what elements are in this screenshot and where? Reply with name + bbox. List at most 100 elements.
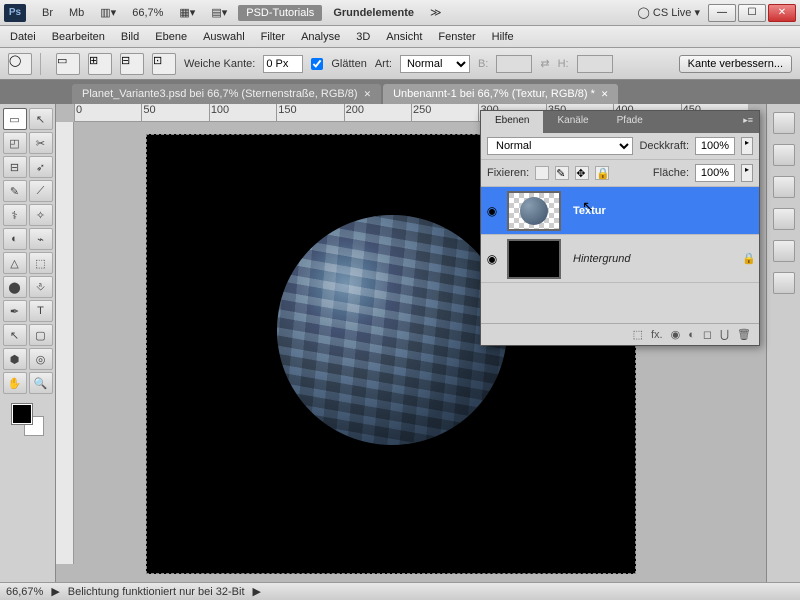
new-selection-icon[interactable]: ▭	[56, 53, 80, 75]
tool-4[interactable]: ⊟	[3, 156, 27, 178]
menu-fenster[interactable]: Fenster	[438, 31, 475, 43]
delete-layer-icon[interactable]: 🗑	[737, 328, 751, 341]
tool-18[interactable]: ↖	[3, 324, 27, 346]
maximize-button[interactable]: ☐	[738, 4, 766, 22]
layer-fx-icon[interactable]: fx.	[651, 329, 663, 341]
status-zoom[interactable]: 66,67%	[6, 586, 43, 598]
lock-pixels-icon[interactable]: ✎	[555, 166, 569, 180]
foreground-color-swatch[interactable]	[12, 404, 32, 424]
antialias-checkbox[interactable]	[311, 58, 323, 70]
document-tab-1[interactable]: Planet_Variante3.psd bei 66,7% (Sternens…	[72, 84, 381, 104]
subtract-selection-icon[interactable]: ⊟	[120, 53, 144, 75]
tool-20[interactable]: ⬢	[3, 348, 27, 370]
layer-thumbnail[interactable]	[507, 239, 561, 279]
adjustments-panel-icon[interactable]	[773, 176, 795, 198]
tool-14[interactable]: ⬤	[3, 276, 27, 298]
tool-21[interactable]: ◎	[29, 348, 53, 370]
tool-7[interactable]: ⟋	[29, 180, 53, 202]
document-tab-2[interactable]: Unbenannt-1 bei 66,7% (Textur, RGB/8) *✕	[383, 84, 618, 104]
tool-16[interactable]: ✒	[3, 300, 27, 322]
blend-mode-select[interactable]: Normal	[487, 137, 633, 155]
tool-17[interactable]: T	[29, 300, 53, 322]
tool-19[interactable]: ▢	[29, 324, 53, 346]
tool-1[interactable]: ↖	[29, 108, 53, 130]
feather-input[interactable]	[263, 55, 303, 73]
tool-10[interactable]: ◐	[3, 228, 27, 250]
tool-8[interactable]: ⚕	[3, 204, 27, 226]
menu-ebene[interactable]: Ebene	[155, 31, 187, 43]
tool-15[interactable]: ⎀	[29, 276, 53, 298]
tool-12[interactable]: △	[3, 252, 27, 274]
refine-edge-button[interactable]: Kante verbessern...	[679, 55, 792, 73]
adjustment-layer-icon[interactable]: ◐	[688, 329, 695, 341]
cslive-button[interactable]: ◯ CS Live ▾	[634, 4, 704, 21]
fill-flyout-icon[interactable]: ▸	[741, 164, 753, 182]
layer-name[interactable]: Textur	[565, 205, 759, 217]
status-flyout-icon[interactable]: ▶	[253, 585, 261, 598]
layer-hintergrund[interactable]: ◉ Hintergrund 🔒	[481, 235, 759, 283]
opacity-flyout-icon[interactable]: ▸	[741, 137, 753, 155]
minibridge-button[interactable]: Mb	[65, 5, 88, 21]
tool-9[interactable]: ✧	[29, 204, 53, 226]
color-swatches[interactable]	[12, 404, 44, 436]
styles-panel-icon[interactable]	[773, 208, 795, 230]
add-selection-icon[interactable]: ⊞	[88, 53, 112, 75]
close-tab-icon[interactable]: ✕	[601, 89, 609, 100]
zoom-level[interactable]: 66,7%	[128, 5, 167, 21]
opacity-input[interactable]	[695, 137, 735, 155]
tool-2[interactable]: ◰	[3, 132, 27, 154]
layers-panel-icon[interactable]	[773, 272, 795, 294]
workspace-psdtutorials[interactable]: PSD-Tutorials	[238, 5, 322, 21]
menu-analyse[interactable]: Analyse	[301, 31, 340, 43]
minimize-button[interactable]: —	[708, 4, 736, 22]
layer-mask-icon[interactable]: ◉	[671, 328, 681, 341]
tab-ebenen[interactable]: Ebenen	[481, 111, 543, 133]
menu-ansicht[interactable]: Ansicht	[386, 31, 422, 43]
tool-6[interactable]: ✎	[3, 180, 27, 202]
workspace-more-icon[interactable]: ≫	[426, 4, 446, 21]
visibility-toggle-icon[interactable]: ◉	[481, 204, 503, 218]
panel-menu-icon[interactable]: ▸≡	[737, 111, 759, 133]
bridge-button[interactable]: Br	[38, 5, 57, 21]
layer-group-icon[interactable]: ◻	[703, 328, 712, 341]
tool-23[interactable]: 🔍	[29, 372, 53, 394]
menu-bearbeiten[interactable]: Bearbeiten	[52, 31, 105, 43]
style-select[interactable]: Normal	[400, 55, 470, 73]
tool-22[interactable]: ✋	[3, 372, 27, 394]
intersect-selection-icon[interactable]: ⊡	[152, 53, 176, 75]
history-panel-icon[interactable]	[773, 240, 795, 262]
menu-auswahl[interactable]: Auswahl	[203, 31, 245, 43]
menu-hilfe[interactable]: Hilfe	[492, 31, 514, 43]
menu-filter[interactable]: Filter	[261, 31, 285, 43]
swatches-panel-icon[interactable]	[773, 144, 795, 166]
tool-5[interactable]: ➶	[29, 156, 53, 178]
layer-textur[interactable]: ◉ Textur	[481, 187, 759, 235]
tool-preset-icon[interactable]: ◯	[8, 53, 32, 75]
menu-bild[interactable]: Bild	[121, 31, 139, 43]
tool-11[interactable]: ⌁	[29, 228, 53, 250]
visibility-toggle-icon[interactable]: ◉	[481, 252, 503, 266]
tool-0[interactable]: ▭	[3, 108, 27, 130]
tool-13[interactable]: ⬚	[29, 252, 53, 274]
lock-all-icon[interactable]: 🔒	[595, 166, 609, 180]
lock-transparency-icon[interactable]	[535, 166, 549, 180]
link-layers-icon[interactable]: ⬚	[633, 328, 643, 341]
layer-name[interactable]: Hintergrund	[565, 253, 739, 265]
workspace-grundelemente[interactable]: Grundelemente	[329, 5, 418, 21]
new-layer-icon[interactable]: ⋃	[720, 328, 729, 341]
close-button[interactable]: ✕	[768, 4, 796, 22]
menu-3d[interactable]: 3D	[356, 31, 370, 43]
arrange-icon[interactable]: ▤▾	[207, 4, 231, 21]
view-icon[interactable]: ▦▾	[175, 4, 199, 21]
tab-pfade[interactable]: Pfade	[603, 111, 657, 133]
menu-datei[interactable]: Datei	[10, 31, 36, 43]
color-panel-icon[interactable]	[773, 112, 795, 134]
lock-position-icon[interactable]: ✥	[575, 166, 589, 180]
tab-kanaele[interactable]: Kanäle	[543, 111, 602, 133]
close-tab-icon[interactable]: ✕	[364, 89, 372, 100]
tool-3[interactable]: ✂	[29, 132, 53, 154]
status-info-icon[interactable]: ▶	[51, 585, 59, 598]
screen-mode-icon[interactable]: ▥▾	[96, 4, 120, 21]
fill-input[interactable]	[695, 164, 735, 182]
layer-thumbnail[interactable]	[507, 191, 561, 231]
